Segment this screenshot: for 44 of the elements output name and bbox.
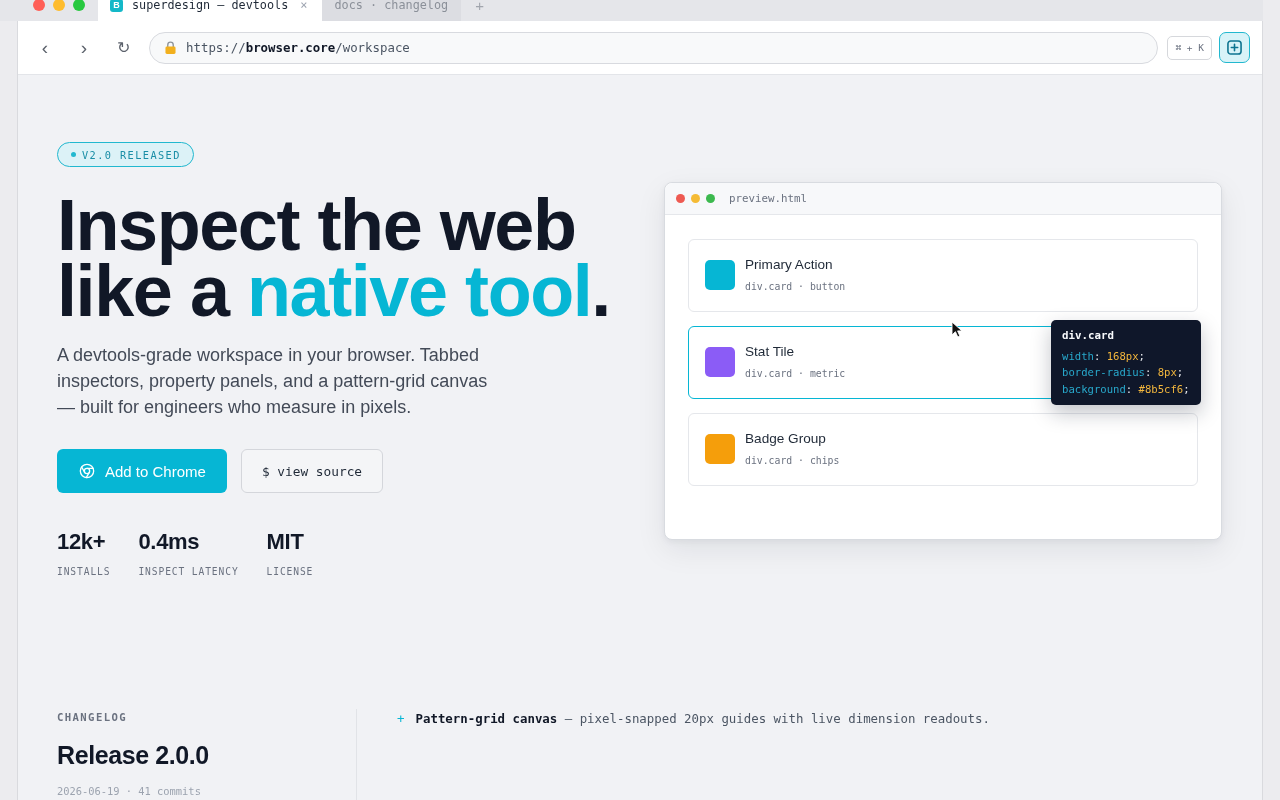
card-meta: div.card · metric (745, 367, 846, 381)
forward-button[interactable]: › (70, 33, 98, 62)
add-button[interactable] (1219, 32, 1250, 63)
window-zoom-icon (706, 193, 715, 203)
stat-value: MIT (266, 528, 304, 556)
css-declaration: border-radius: 8px; (1062, 365, 1184, 380)
release-label: V2.0 RELEASED (82, 148, 181, 161)
tooltip-title: div.card (1062, 327, 1114, 343)
window-minimize-icon (691, 193, 700, 203)
window-close-icon[interactable] (33, 0, 45, 11)
plus-square-icon (1227, 40, 1242, 55)
stat-value: 0.4ms (138, 528, 200, 556)
css-declaration: width: 168px; (1062, 348, 1145, 364)
browser-tab[interactable]: B superdesign — devtools × (98, 0, 322, 21)
card-title: Primary Action (745, 256, 833, 274)
stat-label: INSTALLS (57, 565, 111, 579)
window-minimize-icon[interactable] (53, 0, 65, 11)
view-source-button[interactable]: $ view source (240, 449, 384, 493)
window-title: preview.html (729, 191, 807, 205)
address-bar[interactable]: https://browser.core/workspace (149, 31, 1159, 64)
release-title: Release 2.0.0 (57, 740, 209, 771)
added-marker: + (397, 711, 405, 727)
back-button[interactable]: ‹ (31, 33, 59, 62)
lock-icon (165, 41, 176, 54)
changelog-entry: Pattern-grid canvas — pixel-snapped 20px guides with live dimension readouts. (415, 711, 990, 727)
chrome-logo-icon (79, 463, 95, 479)
stat-label: LICENSE (266, 565, 314, 579)
card-title: Stat Tile (745, 343, 795, 361)
hero-description: A devtools-grade workspace in your browser. Tabbed inspectors, property panels, and a pattern-grid canvas — built for engineers who measure in pixels. (57, 344, 489, 419)
hero-headline: Inspect the web like a native tool. (57, 192, 610, 324)
card-meta: div.card · chips (745, 454, 840, 468)
stat-value: 12k+ (57, 528, 106, 556)
card-meta: div.card · button (745, 280, 846, 294)
status-dot-icon (71, 152, 76, 157)
keyboard-shortcut-hint: ⌘ + K (1167, 35, 1212, 60)
css-declaration: background: #8b5cf6; (1062, 381, 1190, 397)
stat-label: INSPECT LATENCY (138, 565, 239, 579)
tab-favicon: B (110, 0, 123, 12)
release-meta: 2026-06-19 · 41 commits (57, 784, 201, 798)
card-title: Badge Group (745, 430, 826, 448)
section-label: CHANGELOG (57, 710, 127, 725)
window-close-icon (676, 193, 685, 203)
window-zoom-icon[interactable] (73, 0, 85, 11)
reload-button[interactable]: ↻ (109, 33, 137, 62)
